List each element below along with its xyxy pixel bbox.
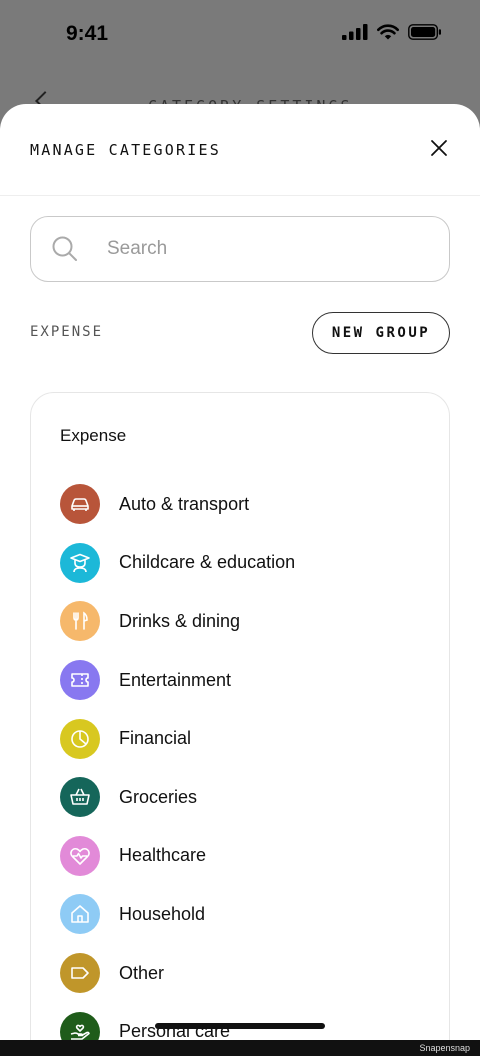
category-icon-badge — [60, 777, 100, 818]
category-group-card: Expense Auto & transport Childcare & edu… — [30, 392, 450, 1040]
category-icon-badge — [60, 718, 100, 759]
category-label: Groceries — [119, 786, 198, 807]
new-group-button[interactable]: NEW GROUP — [312, 312, 450, 354]
category-item-other[interactable]: Other — [60, 944, 430, 1003]
cellular-signal-icon — [342, 24, 368, 40]
watermark: Snapensnap — [419, 1043, 470, 1053]
category-icon-badge — [60, 542, 100, 583]
basket-icon — [70, 788, 90, 806]
category-label: Healthcare — [119, 845, 207, 866]
category-item-personal-care[interactable]: Personal care — [60, 1002, 430, 1040]
hand-heart-icon — [70, 1024, 90, 1040]
status-bar: 9:41 — [0, 0, 480, 72]
category-label: Household — [119, 903, 206, 924]
category-label: Drinks & dining — [119, 610, 241, 631]
home-indicator[interactable] — [155, 1023, 325, 1029]
category-label: Entertainment — [119, 669, 232, 690]
category-label: Financial — [119, 728, 192, 749]
battery-icon — [408, 24, 441, 40]
category-icon-badge — [60, 835, 100, 876]
category-item-drinks-dining[interactable]: Drinks & dining — [60, 592, 430, 651]
category-icon-badge — [60, 660, 100, 701]
category-item-financial[interactable]: Financial — [60, 709, 430, 768]
utensils-icon — [73, 611, 88, 631]
category-item-groceries[interactable]: Groceries — [60, 768, 430, 827]
category-item-childcare-education[interactable]: Childcare & education — [60, 534, 430, 593]
house-icon — [71, 905, 89, 924]
sheet-header: MANAGE CATEGORIES — [0, 104, 480, 196]
category-icon-badge — [60, 484, 100, 525]
status-time: 9:41 — [66, 22, 109, 45]
wifi-icon — [377, 24, 399, 40]
category-item-healthcare[interactable]: Healthcare — [60, 827, 430, 886]
bottom-bar — [0, 1040, 480, 1056]
category-label: Childcare & education — [119, 552, 296, 573]
search-box[interactable] — [30, 216, 450, 282]
category-item-household[interactable]: Household — [60, 885, 430, 944]
tag-icon — [71, 967, 89, 979]
car-icon — [71, 498, 89, 512]
search-input[interactable] — [107, 231, 427, 267]
category-item-entertainment[interactable]: Entertainment — [60, 651, 430, 710]
category-list: Auto & transport Childcare & education D… — [60, 475, 430, 1040]
section-label-expense: EXPENSE — [30, 324, 104, 340]
category-label: Auto & transport — [119, 493, 250, 514]
ticket-icon — [71, 673, 89, 687]
category-label: Other — [119, 962, 165, 983]
heart-pulse-icon — [70, 847, 90, 865]
sheet-title: MANAGE CATEGORIES — [30, 141, 221, 159]
category-icon-badge — [60, 894, 100, 935]
close-icon[interactable] — [428, 137, 450, 159]
category-icon-badge — [60, 601, 100, 642]
manage-categories-sheet: MANAGE CATEGORIES EXPENSE NEW GROUP Expe… — [0, 104, 480, 1040]
graduate-icon — [70, 553, 90, 572]
category-icon-badge — [60, 953, 100, 994]
category-icon-badge — [60, 1011, 100, 1040]
pie-chart-icon — [71, 729, 89, 748]
category-item-auto-transport[interactable]: Auto & transport — [60, 475, 430, 534]
group-title: Expense — [60, 426, 127, 445]
status-icons — [342, 24, 442, 40]
search-icon — [52, 236, 77, 261]
